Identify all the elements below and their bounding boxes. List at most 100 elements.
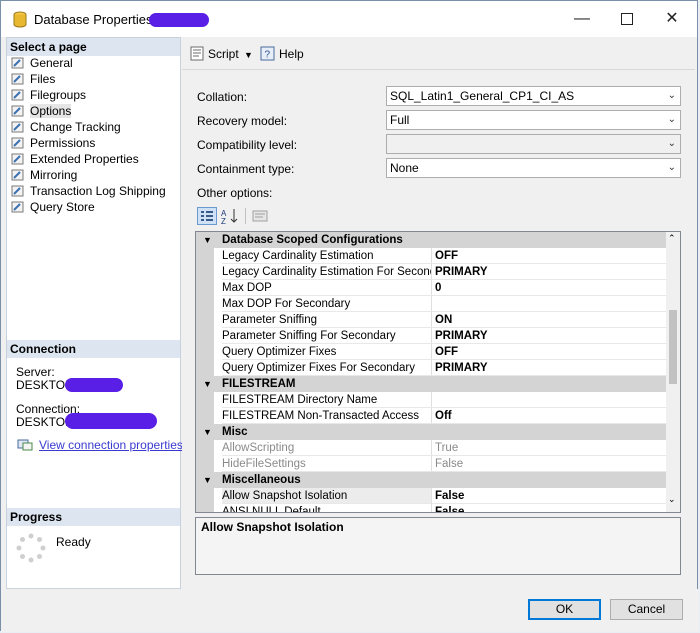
- collation-select[interactable]: SQL_Latin1_General_CP1_CI_AS ⌄: [386, 86, 681, 106]
- connection-header: Connection: [7, 340, 180, 358]
- grid-property-row[interactable]: Query Optimizer Fixes For Secondary PRIMA…: [196, 360, 666, 376]
- grid-property-value[interactable]: False: [432, 456, 666, 472]
- minimize-icon: —: [574, 10, 590, 27]
- page-item-general[interactable]: General: [11, 55, 73, 71]
- page-item-mirroring[interactable]: Mirroring: [11, 167, 77, 183]
- view-connection-properties-link[interactable]: View connection properties: [39, 438, 183, 452]
- left-pane: Select a page General Files Filegroups O…: [6, 37, 183, 589]
- connection-properties-icon: [17, 438, 33, 455]
- grid-property-value[interactable]: False: [432, 488, 666, 504]
- page-item-filegroups[interactable]: Filegroups: [11, 87, 86, 103]
- svg-text:Z: Z: [221, 217, 226, 225]
- page-wrench-icon: [11, 185, 25, 197]
- page-wrench-icon: [11, 153, 25, 165]
- grid-row-gutter: [196, 264, 214, 280]
- page-item-options[interactable]: Options: [11, 103, 72, 119]
- grid-category-name: Misc: [222, 426, 248, 438]
- grid-row-gutter: [196, 440, 214, 456]
- page-wrench-icon: [11, 89, 25, 101]
- grid-property-name: Query Optimizer Fixes: [222, 344, 432, 360]
- svg-text:?: ?: [265, 50, 271, 61]
- minimize-button[interactable]: —: [559, 1, 605, 37]
- page-item-permissions[interactable]: Permissions: [11, 135, 95, 151]
- ok-button[interactable]: OK: [528, 599, 601, 620]
- grid-property-value[interactable]: PRIMARY: [432, 328, 666, 344]
- alphabetical-button[interactable]: AZ: [220, 207, 240, 226]
- grid-property-value[interactable]: OFF: [432, 344, 666, 360]
- help-button[interactable]: ? Help: [260, 45, 304, 63]
- recovery-model-select[interactable]: Full ⌄: [386, 110, 681, 130]
- cancel-button[interactable]: Cancel: [610, 599, 683, 620]
- grid-property-row[interactable]: Legacy Cardinality Estimation OFF: [196, 248, 666, 264]
- property-pages-button[interactable]: [250, 207, 270, 225]
- scroll-thumb[interactable]: [669, 310, 677, 384]
- redacted-connection-name: [65, 413, 157, 429]
- grid-property-value[interactable]: [432, 296, 666, 312]
- grid-property-value[interactable]: False: [432, 504, 666, 512]
- title-bar[interactable]: Database Properties - — ✕: [1, 1, 697, 37]
- grid-row-gutter: [196, 408, 214, 424]
- grid-property-value[interactable]: Off: [432, 408, 666, 424]
- grid-property-row[interactable]: Query Optimizer Fixes OFF: [196, 344, 666, 360]
- grid-property-value[interactable]: 0: [432, 280, 666, 296]
- options-property-grid: ▼ Database Scoped Configurations Legacy Ca…: [195, 231, 681, 513]
- grid-property-value[interactable]: [432, 392, 666, 408]
- grid-category-row[interactable]: ▼ FILESTREAM: [196, 376, 666, 392]
- grid-row-gutter: [196, 328, 214, 344]
- redacted-database-name: [149, 13, 209, 27]
- grid-property-row[interactable]: Allow Snapshot Isolation False: [196, 488, 666, 504]
- grid-property-row[interactable]: Max DOP 0: [196, 280, 666, 296]
- grid-category-row[interactable]: ▼ Database Scoped Configurations: [196, 232, 666, 248]
- categorized-button[interactable]: [197, 207, 217, 225]
- compatibility-level-select[interactable]: ⌄: [386, 134, 681, 154]
- containment-type-select[interactable]: None ⌄: [386, 158, 681, 178]
- page-wrench-icon: [11, 137, 25, 149]
- grid-property-name: ANSI NULL Default: [222, 504, 432, 512]
- close-icon: ✕: [665, 10, 679, 27]
- scroll-up-icon[interactable]: ⌃: [668, 233, 676, 244]
- grid-property-value[interactable]: True: [432, 440, 666, 456]
- script-button[interactable]: Script: [189, 45, 239, 63]
- grid-property-value[interactable]: PRIMARY: [432, 360, 666, 376]
- grid-property-row[interactable]: FILESTREAM Directory Name: [196, 392, 666, 408]
- page-item-transaction-log-shipping[interactable]: Transaction Log Shipping: [11, 183, 166, 199]
- collapse-toggle-icon[interactable]: ▼: [203, 472, 212, 488]
- progress-spinner-icon: [16, 533, 46, 566]
- select-page-header: Select a page: [7, 38, 180, 56]
- grid-property-row[interactable]: Parameter Sniffing ON: [196, 312, 666, 328]
- page-item-files[interactable]: Files: [11, 71, 55, 87]
- grid-property-row[interactable]: Parameter Sniffing For Secondary PRIMARY: [196, 328, 666, 344]
- grid-property-value[interactable]: ON: [432, 312, 666, 328]
- grid-category-row[interactable]: ▼ Miscellaneous: [196, 472, 666, 488]
- maximize-button[interactable]: [604, 1, 650, 37]
- other-options-label: Other options:: [197, 186, 273, 200]
- grid-property-row[interactable]: Legacy Cardinality Estimation For Second…: [196, 264, 666, 280]
- grid-property-row[interactable]: ANSI NULL Default False: [196, 504, 666, 512]
- grid-property-value[interactable]: PRIMARY: [432, 264, 666, 280]
- grid-property-value[interactable]: OFF: [432, 248, 666, 264]
- grid-property-row[interactable]: HideFileSettings False: [196, 456, 666, 472]
- grid-vertical-scrollbar[interactable]: ⌃ ⌄: [666, 232, 680, 512]
- grid-category-row[interactable]: ▼ Misc: [196, 424, 666, 440]
- collapse-toggle-icon[interactable]: ▼: [203, 232, 212, 248]
- grid-category-name: FILESTREAM: [222, 378, 296, 390]
- database-icon: [13, 11, 27, 31]
- close-button[interactable]: ✕: [649, 1, 695, 37]
- grid-property-row[interactable]: AllowScripting True: [196, 440, 666, 456]
- grid-row-gutter: [196, 504, 214, 512]
- property-description-text: Allow Snapshot Isolation: [201, 520, 344, 534]
- page-item-extended-properties[interactable]: Extended Properties: [11, 151, 139, 167]
- chevron-down-icon: ⌄: [667, 162, 676, 173]
- grid-property-row[interactable]: FILESTREAM Non-Transacted Access Off: [196, 408, 666, 424]
- chevron-down-icon: ⌄: [667, 138, 676, 149]
- page-item-query-store[interactable]: Query Store: [11, 199, 95, 215]
- right-pane: Script ▼ ? Help Collation: SQL_Latin1_Ge…: [182, 37, 695, 589]
- window-title: Database Properties -: [34, 12, 161, 27]
- script-dropdown-button[interactable]: ▼: [244, 45, 253, 63]
- page-item-change-tracking[interactable]: Change Tracking: [11, 119, 121, 135]
- scroll-down-icon[interactable]: ⌄: [668, 494, 676, 505]
- collapse-toggle-icon[interactable]: ▼: [203, 424, 212, 440]
- grid-property-name: HideFileSettings: [222, 456, 432, 472]
- collapse-toggle-icon[interactable]: ▼: [203, 376, 212, 392]
- grid-property-row[interactable]: Max DOP For Secondary: [196, 296, 666, 312]
